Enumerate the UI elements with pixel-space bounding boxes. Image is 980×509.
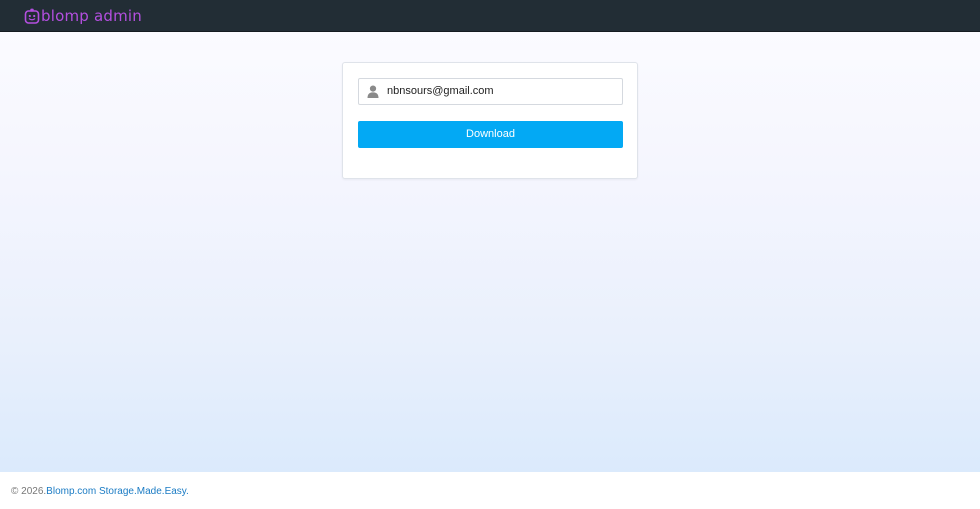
email-field[interactable] <box>358 78 623 105</box>
main-content: Download <box>0 32 980 472</box>
top-navbar: blomp admin <box>0 0 980 32</box>
blomp-robot-icon <box>24 8 40 24</box>
brand-logo[interactable]: blomp admin <box>24 6 142 26</box>
blomp-link[interactable]: Blomp.com <box>46 486 96 497</box>
email-input[interactable] <box>387 79 617 104</box>
footer: © 2026.Blomp.com Storage.Made.Easy. <box>0 472 980 509</box>
footer-text: © 2026.Blomp.com Storage.Made.Easy. <box>11 486 189 498</box>
download-card: Download <box>342 62 638 179</box>
user-icon <box>367 85 379 98</box>
download-button[interactable]: Download <box>358 121 623 148</box>
tagline-link[interactable]: Storage.Made.Easy. <box>99 486 189 497</box>
brand-name: blomp admin <box>41 7 142 25</box>
copyright-text: © 2026. <box>11 486 47 497</box>
